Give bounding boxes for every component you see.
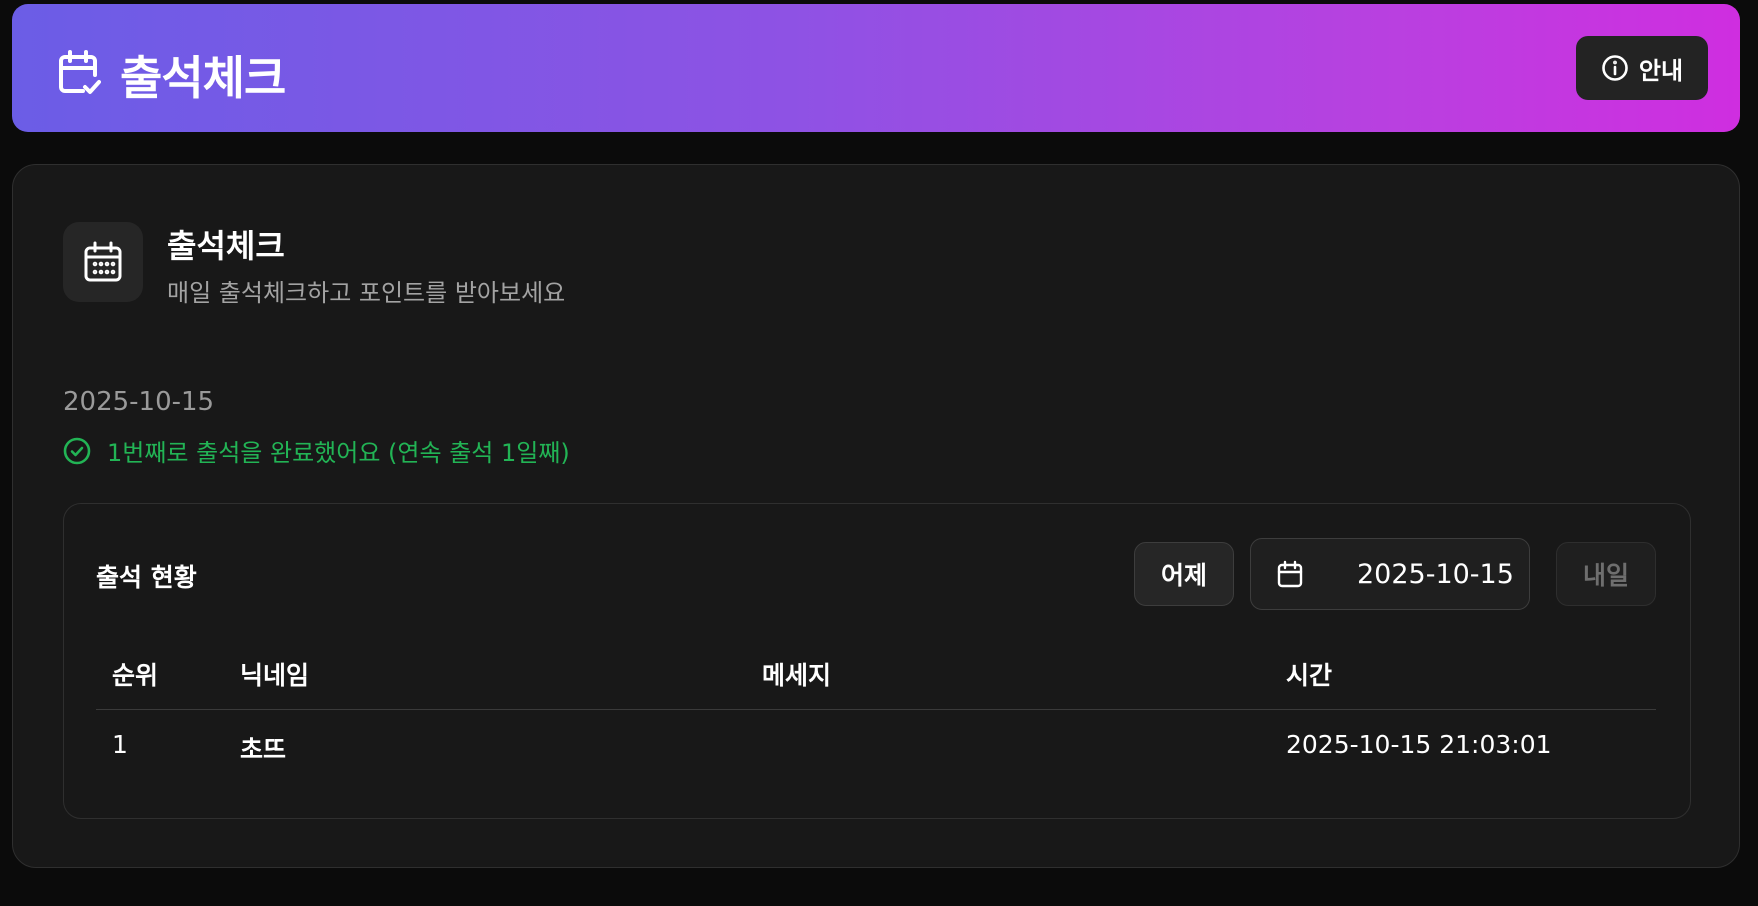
info-icon — [1602, 55, 1628, 81]
column-header-rank: 순위 — [112, 661, 159, 690]
guide-button-label: 안내 — [1638, 56, 1684, 85]
next-day-button[interactable]: 내일 — [1556, 542, 1656, 606]
calendar-icon — [1277, 560, 1303, 588]
column-header-message: 메세지 — [762, 661, 832, 690]
guide-button[interactable]: 안내 — [1576, 36, 1708, 100]
card-subtitle: 매일 출석체크하고 포인트를 받아보세요 — [167, 279, 566, 307]
card-icon-box — [63, 222, 143, 302]
date-picker[interactable]: 2025-10-15 — [1250, 538, 1530, 610]
header-banner: 출석체크 안내 — [12, 4, 1740, 132]
header-title: 출석체크 — [120, 51, 286, 105]
check-circle-icon — [63, 437, 91, 464]
prev-day-button[interactable]: 어제 — [1134, 542, 1234, 606]
status-message: 1번째로 출석을 완료했어요 (연속 출석 1일째) — [107, 439, 570, 467]
column-header-nickname: 닉네임 — [240, 661, 310, 690]
today-date: 2025-10-15 — [63, 387, 215, 417]
panel-title: 출석 현황 — [96, 563, 197, 592]
table-row: 1 초뜨 2025-10-15 21:03:01 — [96, 710, 1656, 786]
selected-date: 2025-10-15 — [1357, 558, 1514, 590]
table-header: 순위 닉네임 메세지 시간 — [96, 634, 1656, 710]
attendance-card: 출석체크 매일 출석체크하고 포인트를 받아보세요 2025-10-15 1번째… — [12, 164, 1740, 868]
calendar-check-icon — [59, 50, 101, 94]
attendance-table: 순위 닉네임 메세지 시간 1 초뜨 2025-10-15 21:03:01 — [96, 634, 1656, 786]
column-header-time: 시간 — [1286, 661, 1333, 690]
cell-nickname[interactable]: 초뜨 — [240, 730, 286, 766]
calendar-icon — [84, 241, 122, 282]
cell-time: 2025-10-15 21:03:01 — [1286, 730, 1552, 759]
attendance-panel: 출석 현황 어제 2025-10-15 내일 순위 닉네임 메세지 시간 1 초… — [63, 503, 1691, 819]
card-title: 출석체크 — [167, 227, 285, 265]
cell-rank: 1 — [112, 730, 128, 759]
attendance-status: 1번째로 출석을 완료했어요 (연속 출석 1일째) — [63, 433, 570, 468]
